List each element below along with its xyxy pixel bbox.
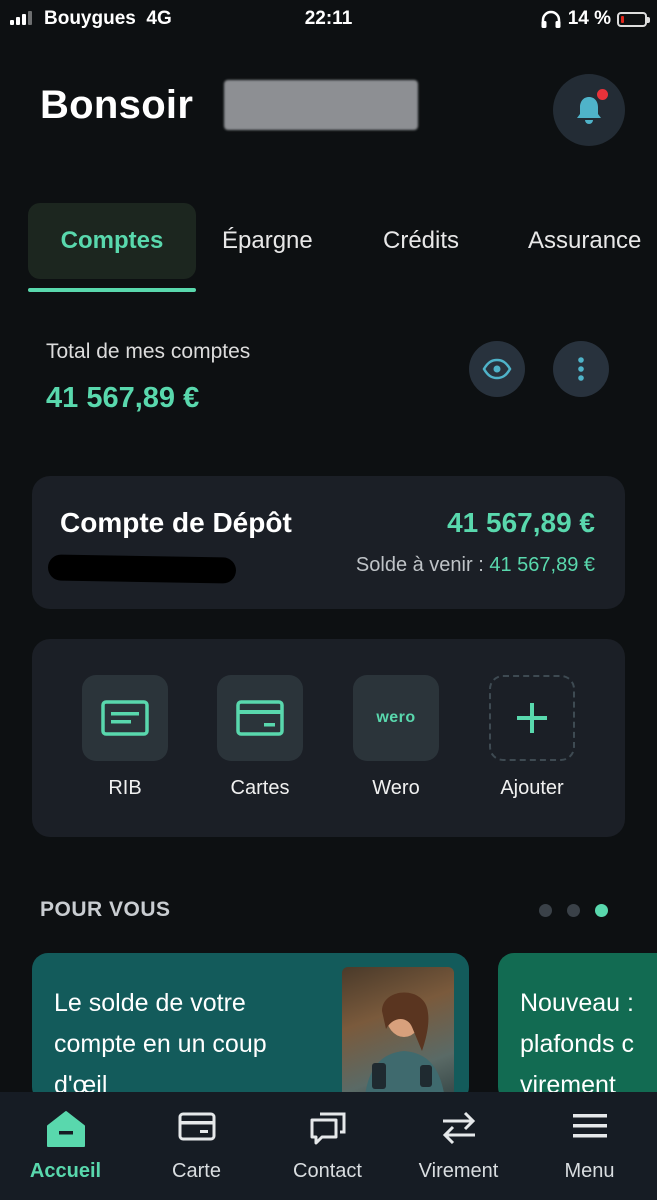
- redacted-user-name: [224, 80, 418, 130]
- promo-card-text: Nouveau : plafonds c virement: [520, 989, 634, 1099]
- more-options-button[interactable]: [553, 341, 609, 397]
- promo-photo: [342, 967, 454, 1103]
- nav-label: Contact: [293, 1160, 362, 1182]
- notifications-button[interactable]: [553, 74, 625, 146]
- add-button[interactable]: [489, 675, 575, 761]
- rib-button[interactable]: [82, 675, 168, 761]
- nav-menu[interactable]: Menu: [524, 1092, 655, 1200]
- card-icon: [178, 1112, 215, 1141]
- account-balance: 41 567,89 €: [447, 507, 595, 538]
- plus-icon: [517, 703, 547, 733]
- account-card[interactable]: [32, 476, 625, 609]
- upcoming-balance-label: Solde à venir :: [355, 554, 484, 576]
- pager-dot[interactable]: [567, 904, 580, 917]
- section-title: POUR VOUS: [40, 898, 171, 921]
- wero-logo-icon: wero: [376, 709, 416, 726]
- battery-percent: 14 %: [567, 8, 611, 29]
- toggle-visibility-button[interactable]: [469, 341, 525, 397]
- status-bar: Bouygues 4G 22:11 14 %: [0, 0, 657, 38]
- promo-card-text: Le solde de votre compte en un coup d'œi…: [54, 989, 267, 1099]
- nav-accueil[interactable]: Accueil: [0, 1092, 131, 1200]
- tab-comptes[interactable]: Comptes: [28, 203, 196, 279]
- rib-label: RIB: [108, 777, 142, 799]
- upcoming-balance-amount: 41 567,89 €: [489, 554, 595, 576]
- wero-label: Wero: [372, 777, 420, 799]
- pager-dot-active[interactable]: [595, 904, 608, 917]
- total-amount: 41 567,89 €: [46, 382, 200, 414]
- chat-icon: [310, 1112, 345, 1145]
- account-name: Compte de Dépôt: [60, 507, 292, 538]
- headphones-icon: [541, 10, 561, 28]
- redacted-account-number: [47, 554, 237, 584]
- add-label: Ajouter: [500, 777, 564, 799]
- tab-assurance[interactable]: Assurance: [528, 203, 641, 279]
- rib-icon: [101, 700, 149, 736]
- transfer-icon: [442, 1111, 475, 1145]
- hamburger-menu-icon: [572, 1114, 607, 1138]
- tab-epargne[interactable]: Épargne: [222, 203, 313, 279]
- battery-icon: [617, 11, 650, 27]
- home-icon: [46, 1111, 85, 1147]
- tab-credits[interactable]: Crédits: [383, 203, 459, 279]
- total-label: Total de mes comptes: [46, 340, 251, 363]
- wero-button[interactable]: wero: [353, 675, 439, 761]
- bottom-navigation: Accueil Carte Contact Virement Menu: [0, 1092, 657, 1200]
- eye-icon: [482, 358, 512, 380]
- notification-badge: [597, 89, 608, 100]
- greeting-title: Bonsoir: [40, 83, 194, 127]
- cards-button[interactable]: [217, 675, 303, 761]
- card-icon: [236, 700, 284, 736]
- nav-label: Menu: [564, 1160, 615, 1182]
- kebab-menu-icon: [578, 357, 584, 381]
- upcoming-balance: Solde à venir : 41 567,89 €: [356, 554, 595, 577]
- promo-card[interactable]: Nouveau : plafonds c virement: [498, 953, 657, 1103]
- nav-carte[interactable]: Carte: [131, 1092, 262, 1200]
- nav-label: Virement: [418, 1160, 499, 1182]
- promo-card[interactable]: Le solde de votre compte en un coup d'œi…: [32, 953, 469, 1103]
- nav-contact[interactable]: Contact: [262, 1092, 393, 1200]
- cards-label: Cartes: [230, 777, 290, 799]
- nav-label: Carte: [172, 1160, 221, 1182]
- nav-virement[interactable]: Virement: [393, 1092, 524, 1200]
- nav-label: Accueil: [29, 1160, 102, 1182]
- active-tab-indicator: [28, 288, 196, 292]
- pager-dot[interactable]: [539, 904, 552, 917]
